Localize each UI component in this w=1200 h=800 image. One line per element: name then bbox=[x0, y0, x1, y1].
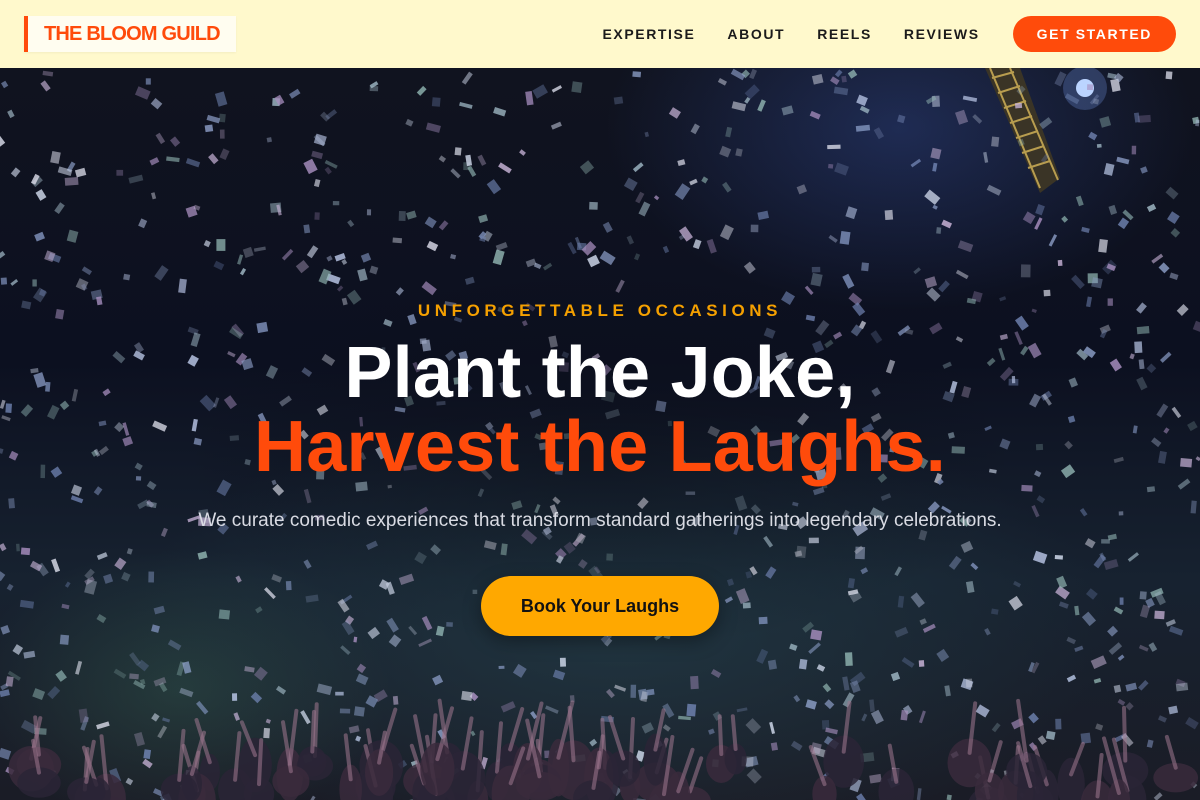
logo-text: THE BLOOM GUILD bbox=[44, 22, 221, 45]
main-nav: EXPERTISE ABOUT REELS REVIEWS GET STARTE… bbox=[602, 16, 1176, 52]
get-started-button[interactable]: GET STARTED bbox=[1012, 16, 1176, 52]
nav-link-reels[interactable]: REELS bbox=[817, 26, 872, 42]
nav-link-about[interactable]: ABOUT bbox=[727, 26, 785, 42]
hero-eyebrow: UNFORGETTABLE OCCASIONS bbox=[417, 301, 783, 320]
hero-subheadline: We curate comedic experiences that trans… bbox=[198, 510, 1002, 531]
hero-content: UNFORGETTABLE OCCASIONS Plant the Joke, … bbox=[0, 68, 1200, 800]
book-your-laughs-button[interactable]: Book Your Laughs bbox=[481, 576, 719, 636]
nav-link-expertise[interactable]: EXPERTISE bbox=[602, 26, 695, 42]
nav-link-reviews[interactable]: REVIEWS bbox=[904, 26, 980, 42]
hero-section: UNFORGETTABLE OCCASIONS Plant the Joke, … bbox=[0, 68, 1200, 800]
hero-headline-line-1: Plant the Joke, bbox=[344, 333, 856, 413]
hero-headline-line-2: Harvest the Laughs. bbox=[254, 407, 946, 487]
site-header: THE BLOOM GUILD EXPERTISE ABOUT REELS RE… bbox=[0, 0, 1200, 68]
hero-headline: Plant the Joke, Harvest the Laughs. bbox=[0, 336, 1200, 484]
logo[interactable]: THE BLOOM GUILD bbox=[24, 16, 236, 52]
